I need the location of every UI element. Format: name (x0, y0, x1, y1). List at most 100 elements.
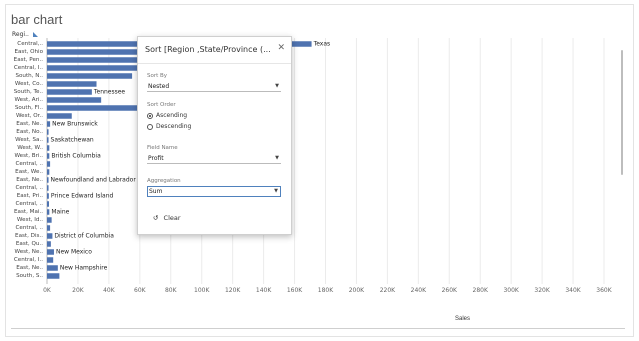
chevron-down-icon: ▼ (275, 83, 279, 89)
row-label: West, W.. (17, 145, 43, 151)
radio-selected-icon (147, 112, 153, 119)
bar-label: Prince Edward Island (51, 193, 114, 200)
descending-radio[interactable]: Descending (147, 123, 191, 130)
x-tick-label: 340K (565, 287, 581, 294)
aggregation-value: Sum (149, 188, 163, 195)
bar-label: Tennessee (93, 89, 126, 96)
bar (47, 241, 51, 247)
row-label: East, We.. (15, 169, 43, 175)
row-label: West, Id.. (17, 217, 43, 223)
ascending-radio[interactable]: Ascending (147, 112, 187, 119)
field-name-select[interactable]: Profit ▼ (147, 154, 281, 164)
sort-by-select[interactable]: Nested ▼ (147, 82, 281, 92)
bar (47, 201, 50, 207)
x-tick-label: 100K (194, 287, 210, 294)
bar (47, 217, 52, 223)
row-label: Central, .. (16, 225, 44, 231)
bar (47, 249, 54, 255)
bar-label: District of Columbia (54, 233, 114, 240)
bar (47, 129, 49, 135)
bar (47, 137, 49, 143)
x-tick-label: 300K (503, 287, 519, 294)
x-tick-label: 180K (318, 287, 334, 294)
bar (47, 209, 50, 215)
divider (138, 63, 291, 64)
row-label: West, Ari.. (14, 97, 43, 103)
row-label: East, Ne.. (16, 265, 43, 271)
divider (11, 328, 625, 329)
row-label: Central, I.. (14, 65, 43, 71)
clear-label: Clear (163, 214, 181, 222)
close-icon[interactable]: ✕ (277, 43, 285, 53)
bar (47, 89, 92, 95)
bar-chart: 0K 20K 40K 60K 80K 100K 120K 140K 160K 180K 200K 22… (14, 38, 613, 294)
x-tick-label: 220K (380, 287, 396, 294)
row-label: East, Pri.. (17, 193, 44, 199)
bar (47, 97, 102, 103)
row-label: East, Ohio (14, 49, 43, 55)
bar (47, 225, 51, 231)
sort-order-label: Sort Order (147, 102, 176, 108)
x-tick-label: 160K (287, 287, 303, 294)
descending-label: Descending (156, 123, 192, 130)
bar-label: British Columbia (51, 153, 101, 160)
bar (47, 265, 58, 271)
x-tick-label: 80K (165, 287, 178, 294)
bar (47, 177, 49, 183)
x-tick-label: 60K (134, 287, 147, 294)
field-name-label: Field Name (147, 145, 178, 151)
row-label: East, Ne.. (16, 177, 43, 183)
bar (47, 257, 54, 263)
x-tick-label: 280K (473, 287, 489, 294)
bar-label: Saskatchewan (51, 137, 94, 144)
aggregation-label: Aggregation (147, 178, 181, 184)
row-label: West, Ne.. (15, 249, 44, 255)
row-label: East, Ne.. (16, 121, 43, 127)
bar-label: Newfoundland and Labrador (51, 177, 137, 184)
radio-unselected-icon (147, 123, 153, 130)
x-tick-label: 120K (225, 287, 241, 294)
x-tick-label: 200K (349, 287, 365, 294)
row-label: South, Te.. (14, 89, 43, 95)
ascending-label: Ascending (156, 112, 188, 119)
bar (47, 73, 133, 79)
row-label: South, Fl.. (15, 105, 43, 111)
row-label: West, Or.. (16, 113, 43, 119)
row-label: Central, .. (16, 161, 44, 167)
row-label: Central,.. (17, 41, 43, 47)
bar (47, 161, 51, 167)
bar (47, 169, 50, 175)
row-label: West, Co.. (15, 81, 43, 87)
row-label: East, Qu.. (16, 241, 43, 247)
x-tick-label: 140K (256, 287, 272, 294)
row-label: West, Bri.. (14, 153, 43, 159)
bar (47, 273, 60, 279)
x-axis-title: Sales (455, 316, 471, 322)
vertical-scrollbar[interactable] (621, 50, 623, 175)
x-tick-label: 360K (596, 287, 612, 294)
x-tick-label: 20K (72, 287, 85, 294)
undo-icon: ↺ (153, 214, 159, 222)
field-name-value: Profit (148, 155, 164, 162)
row-label: South, N.. (15, 73, 43, 79)
row-label: East, No.. (16, 129, 43, 135)
row-label: West, Sa.. (15, 137, 43, 143)
x-tick-label: 260K (442, 287, 458, 294)
bar (47, 121, 51, 127)
sort-by-value: Nested (148, 83, 170, 90)
sort-by-label: Sort By (147, 73, 168, 79)
x-tick-label: 0K (43, 287, 52, 294)
row-label: East, Pen.. (14, 57, 44, 63)
aggregation-select[interactable]: Sum ▼ (147, 186, 281, 197)
bar-label: Maine (51, 209, 69, 216)
bar (47, 153, 50, 159)
row-label: East, Mai.. (14, 209, 43, 215)
bar-label: New Mexico (56, 249, 92, 256)
clear-button[interactable]: ↺ Clear (153, 214, 181, 222)
x-tick-label: 40K (103, 287, 116, 294)
row-label: Central, I.. (14, 257, 43, 263)
row-label: Central, .. (16, 185, 44, 191)
bar (47, 113, 72, 119)
chevron-down-icon: ▼ (275, 155, 279, 161)
row-label: East, Dis.. (15, 233, 43, 239)
